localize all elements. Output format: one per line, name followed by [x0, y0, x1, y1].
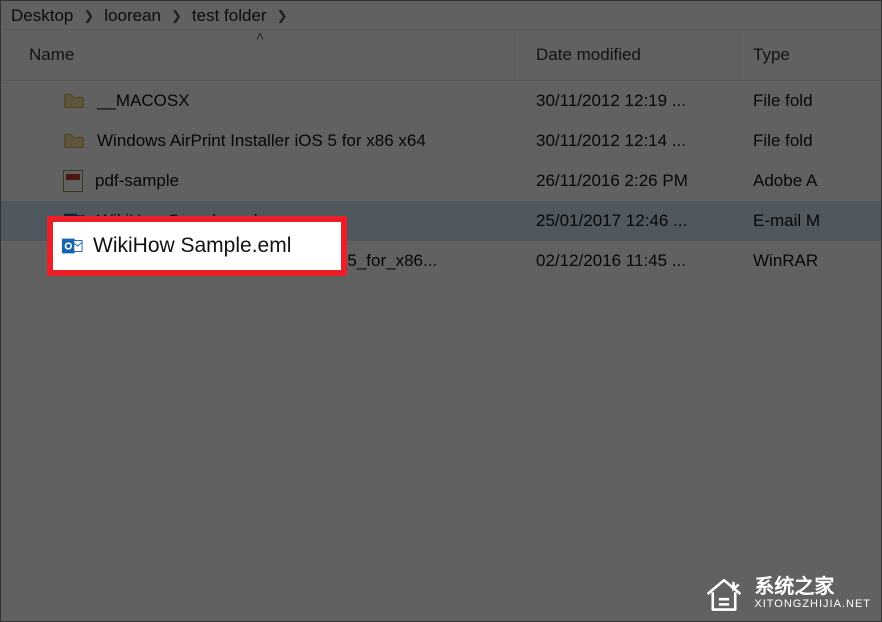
column-header-type[interactable]: Type [739, 30, 881, 80]
file-name: __MACOSX [97, 91, 190, 111]
column-headers: ˄ Name Date modified Type [1, 29, 881, 81]
breadcrumb[interactable]: Desktop ❯ loorean ❯ test folder ❯ [1, 1, 881, 29]
column-header-date[interactable]: Date modified [520, 30, 739, 80]
folder-icon [63, 130, 85, 152]
file-date: 30/11/2012 12:14 ... [520, 131, 739, 151]
chevron-right-icon: ❯ [79, 8, 98, 24]
file-date: 30/11/2012 12:19 ... [520, 91, 739, 111]
file-type: E-mail M [739, 211, 881, 231]
watermark-title: 系统之家 [754, 577, 871, 597]
sort-ascending-icon: ˄ [256, 28, 264, 44]
breadcrumb-item[interactable]: test folder [188, 6, 271, 26]
highlight-label: WikiHow Sample.eml [93, 234, 291, 258]
house-icon [702, 575, 746, 613]
file-type: File fold [739, 131, 881, 151]
column-header-label: Name [29, 45, 74, 65]
file-row[interactable]: __MACOSX 30/11/2012 12:19 ... File fold [1, 81, 881, 121]
file-row[interactable]: pdf-sample 26/11/2016 2:26 PM Adobe A [1, 161, 881, 201]
pdf-icon [63, 170, 83, 192]
column-header-label: Date modified [536, 45, 641, 65]
chevron-right-icon: ❯ [273, 8, 292, 24]
watermark-url: XITONGZHIJIA.NET [754, 597, 871, 611]
file-type: File fold [739, 91, 881, 111]
chevron-right-icon: ❯ [167, 8, 186, 24]
outlook-icon [61, 235, 83, 257]
file-row[interactable]: Windows AirPrint Installer iOS 5 for x86… [1, 121, 881, 161]
file-name: pdf-sample [95, 171, 179, 191]
file-date: 25/01/2017 12:46 ... [520, 211, 739, 231]
file-type: WinRAR [739, 251, 881, 271]
file-name: Windows AirPrint Installer iOS 5 for x86… [97, 131, 426, 151]
highlight-callout: WikiHow Sample.eml [47, 216, 347, 276]
file-type: Adobe A [739, 171, 881, 191]
file-date: 02/12/2016 11:45 ... [520, 251, 739, 271]
column-header-name[interactable]: ˄ Name [1, 30, 520, 80]
breadcrumb-item[interactable]: loorean [100, 6, 165, 26]
column-header-label: Type [753, 45, 790, 65]
folder-icon [63, 90, 85, 112]
watermark: 系统之家 XITONGZHIJIA.NET [702, 575, 871, 613]
breadcrumb-item[interactable]: Desktop [7, 6, 77, 26]
file-date: 26/11/2016 2:26 PM [520, 171, 739, 191]
